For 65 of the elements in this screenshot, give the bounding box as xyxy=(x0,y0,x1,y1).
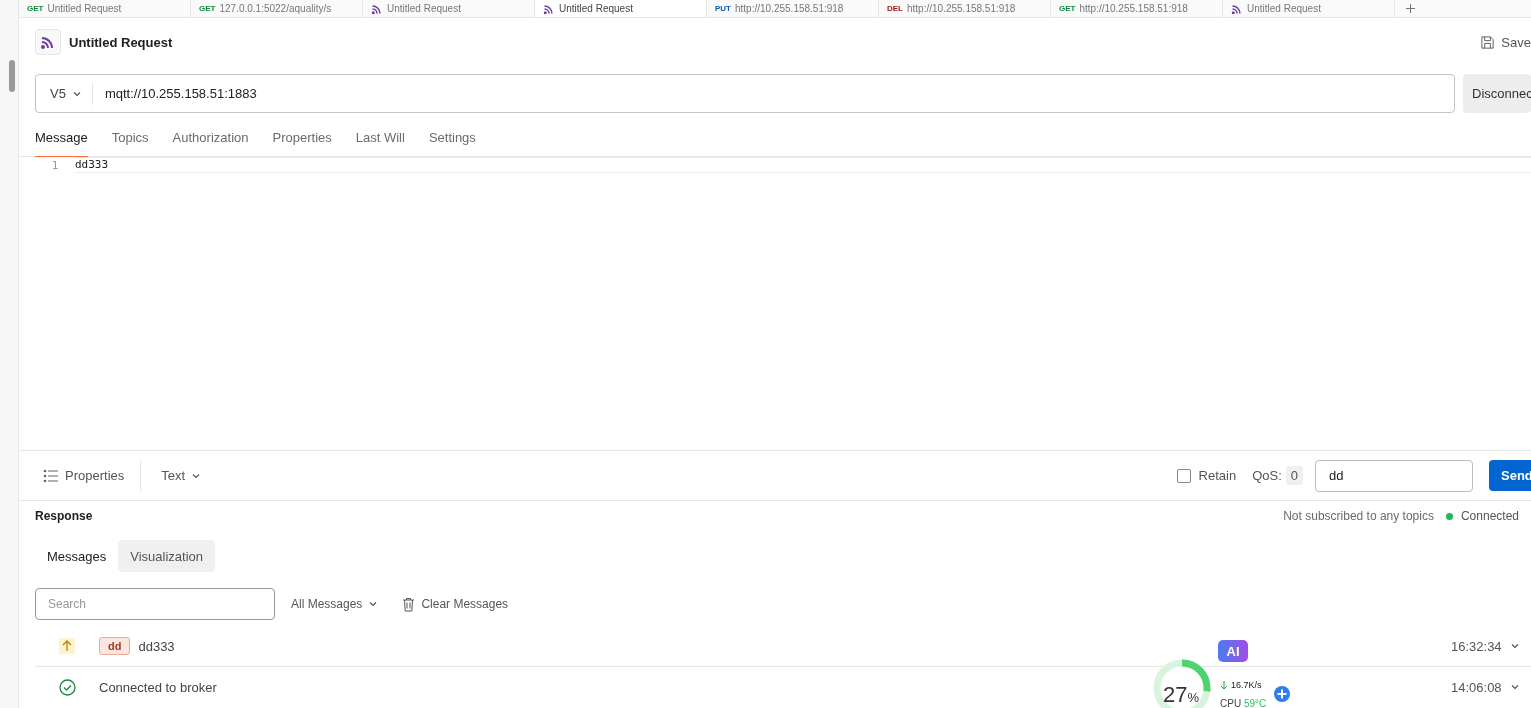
message-text: dd333 xyxy=(138,638,175,654)
request-tab[interactable]: GET http://10.255.158.51:918 xyxy=(1051,0,1223,17)
method-label: GET xyxy=(199,4,216,13)
save-button[interactable]: Save xyxy=(1480,34,1531,50)
message-time: 16:32:34 xyxy=(1451,638,1502,654)
mqtt-icon xyxy=(1231,2,1243,15)
usage-percent: 27% xyxy=(1163,682,1200,708)
properties-button[interactable]: Properties xyxy=(43,460,142,491)
request-title: Untitled Request xyxy=(69,34,174,50)
response-tab[interactable]: Visualization xyxy=(118,540,215,572)
connection-status: Connected xyxy=(1460,509,1519,523)
subscription-status: Not subscribed to any topics xyxy=(1283,509,1434,523)
scrollbar-thumb[interactable] xyxy=(9,60,15,92)
mqtt-icon xyxy=(371,2,383,15)
arrow-up-icon xyxy=(59,638,75,654)
qos-value[interactable]: 0 xyxy=(1285,466,1303,485)
add-icon[interactable] xyxy=(1273,685,1291,703)
request-tab[interactable]: GET 127.0.0.1:5022/aquality/s xyxy=(191,0,363,17)
version-dropdown[interactable]: V5 xyxy=(36,82,93,105)
method-label: PUT xyxy=(715,4,731,13)
list-icon xyxy=(43,468,59,483)
response-tab[interactable]: Messages xyxy=(35,540,119,572)
response-title: Response xyxy=(35,509,94,523)
request-tab[interactable]: Untitled Request xyxy=(535,0,707,17)
mqtt-icon xyxy=(40,34,56,50)
tab[interactable]: Last Will xyxy=(355,127,405,157)
format-dropdown[interactable]: Text xyxy=(161,468,202,483)
cpu-temperature: CPU 59°C xyxy=(1220,698,1267,708)
topic-tag: dd xyxy=(99,637,131,655)
topic-field[interactable]: dd xyxy=(1315,459,1473,492)
trash-icon xyxy=(402,596,416,612)
request-tab[interactable]: PUT http://10.255.158.51:918 xyxy=(707,0,879,17)
tab[interactable]: Message xyxy=(35,127,88,157)
method-label: GET xyxy=(27,4,44,13)
request-tab[interactable]: GET Untitled Request xyxy=(19,0,191,17)
send-button[interactable]: Send xyxy=(1489,460,1531,491)
clear-messages-button[interactable]: Clear Messages xyxy=(402,596,509,612)
retain-checkbox[interactable] xyxy=(1176,468,1191,483)
chevron-down-icon xyxy=(1509,641,1520,651)
url-field[interactable]: V5 mqtt://10.255.158.51:1883 xyxy=(35,74,1455,113)
message-text: Connected to broker xyxy=(99,679,217,695)
method-label: DEL xyxy=(887,4,903,13)
ai-badge[interactable]: AI xyxy=(1218,640,1248,662)
tab[interactable]: Properties xyxy=(272,127,332,157)
request-tab[interactable]: Untitled Request xyxy=(1223,0,1395,17)
search-field[interactable]: Search xyxy=(35,588,275,620)
usage-ring xyxy=(1152,658,1212,708)
filter-dropdown[interactable]: All Messages xyxy=(291,597,379,611)
network-speed: 16.7K/s xyxy=(1231,680,1262,690)
qos-label: QoS: xyxy=(1252,468,1282,483)
method-label: GET xyxy=(1059,4,1076,13)
tab[interactable]: Authorization xyxy=(172,127,249,157)
retain-label: Retain xyxy=(1198,468,1237,483)
add-tab-icon[interactable] xyxy=(1405,4,1415,13)
chevron-down-icon xyxy=(368,599,379,609)
tab[interactable]: Settings xyxy=(428,127,476,157)
check-circle-icon xyxy=(58,678,76,696)
arrow-down-icon xyxy=(1220,680,1228,690)
line-number: 1 xyxy=(50,158,60,172)
mqtt-icon xyxy=(543,2,555,15)
chevron-down-icon xyxy=(1509,682,1520,692)
request-tab[interactable]: DEL http://10.255.158.51:918 xyxy=(879,0,1051,17)
tab[interactable]: Topics xyxy=(111,127,149,157)
message-time: 14:06:08 xyxy=(1451,679,1502,695)
code-line[interactable]: dd333 xyxy=(75,157,1531,173)
